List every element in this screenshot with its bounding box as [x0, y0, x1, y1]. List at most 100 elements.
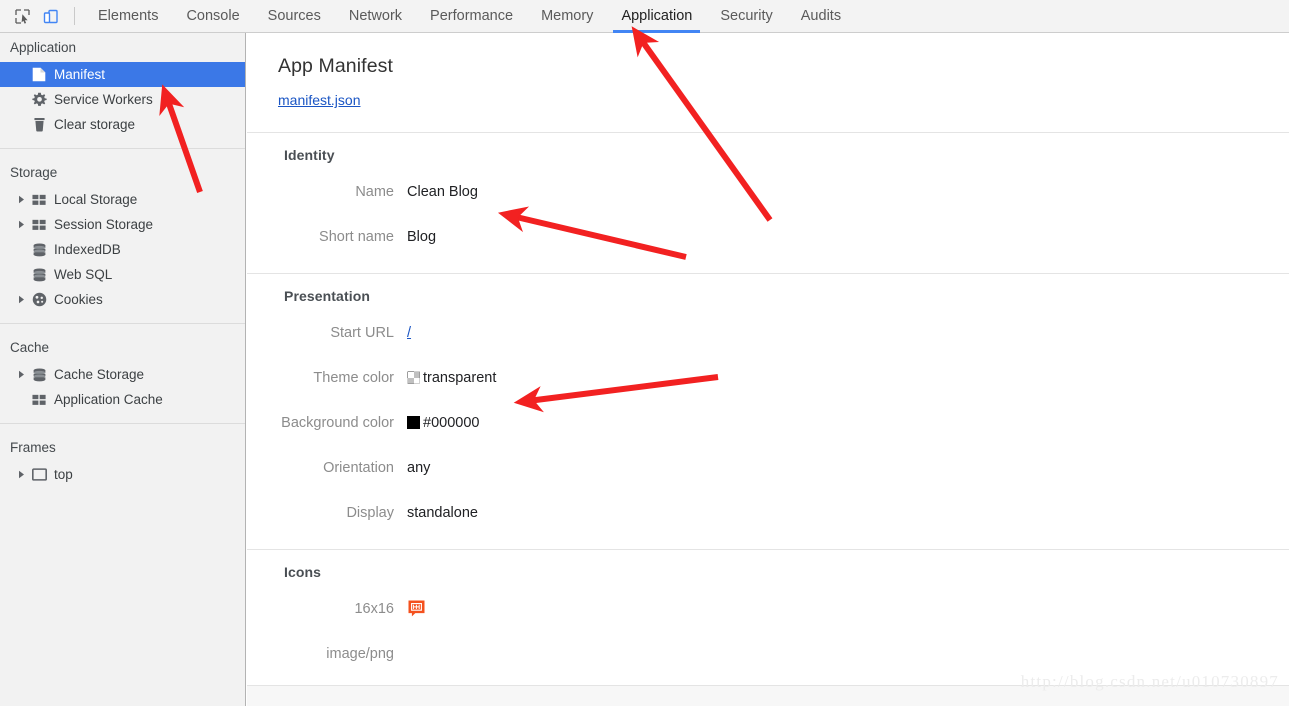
table-icon [28, 219, 50, 231]
sidebar-item-clear-storage-label: Clear storage [54, 116, 136, 132]
application-sidebar: Application Manifest Service Workers Cle… [0, 33, 246, 706]
background-color-swatch-icon [407, 416, 420, 429]
row-start-url-value[interactable]: / [407, 325, 411, 341]
tab-performance-label: Performance [430, 8, 514, 24]
sidebar-group-title-storage: Storage [10, 165, 58, 180]
section-title-presentation: Presentation [284, 288, 370, 304]
tab-audits[interactable]: Audits [787, 0, 855, 33]
tab-memory[interactable]: Memory [527, 0, 607, 33]
sidebar-group-cache: Cache Cache Storage Application Cache [0, 323, 245, 414]
row-short-name: Short name Blog [247, 214, 1289, 259]
section-icons: Icons 16x16 image/png [247, 550, 1289, 690]
row-name-label: Name [355, 183, 394, 200]
row-theme-color-label: Theme color [313, 369, 394, 386]
device-toolbar-icon[interactable] [36, 3, 64, 29]
panel-bottom-strip [247, 685, 1289, 706]
row-theme-color-value: transparent [423, 369, 497, 386]
sidebar-item-clear-storage[interactable]: Clear storage [0, 112, 245, 137]
sidebar-item-cache-storage[interactable]: Cache Storage [0, 362, 245, 387]
row-short-name-label: Short name [319, 228, 394, 245]
tab-performance[interactable]: Performance [416, 0, 527, 33]
theme-color-swatch-icon [407, 371, 420, 384]
sidebar-group-title-frames: Frames [10, 440, 56, 455]
sidebar-item-top-frame-label: top [54, 466, 73, 482]
tab-application-label: Application [621, 8, 693, 24]
sidebar-item-indexeddb[interactable]: IndexedDB [0, 237, 245, 262]
tab-audits-label: Audits [800, 8, 842, 24]
chevron-right-icon[interactable] [14, 295, 28, 304]
row-start-url-label: Start URL [330, 324, 394, 341]
identity-rows: Name Clean Blog Short name Blog [247, 163, 1289, 273]
row-short-name-value: Blog [407, 228, 437, 245]
sidebar-group-application: Application Manifest Service Workers Cle… [0, 33, 245, 139]
toolbar-divider [74, 7, 75, 25]
sidebar-group-frames: Frames top [0, 423, 245, 489]
document-icon [28, 67, 50, 82]
trash-icon [28, 117, 50, 132]
row-icon-size: 16x16 [247, 586, 1289, 631]
sidebar-group-storage: Storage Local Storage Session Storage In… [0, 148, 245, 314]
chevron-right-icon[interactable] [14, 470, 28, 479]
devtools-window: Elements Console Sources Network Perform… [0, 0, 1289, 706]
sidebar-item-cookies-label: Cookies [54, 291, 103, 307]
sidebar-group-title-cache: Cache [10, 340, 50, 355]
row-orientation-label: Orientation [323, 459, 394, 476]
row-orientation: Orientation any [247, 445, 1289, 490]
tab-console-label: Console [186, 8, 240, 24]
sidebar-item-local-storage-label: Local Storage [54, 191, 138, 207]
row-name-value: Clean Blog [407, 183, 478, 200]
database-icon [28, 367, 50, 382]
row-name: Name Clean Blog [247, 169, 1289, 214]
section-title-icons: Icons [284, 564, 322, 580]
tab-sources-label: Sources [267, 8, 321, 24]
tab-memory-label: Memory [541, 8, 594, 24]
sidebar-item-application-cache-label: Application Cache [54, 391, 163, 407]
row-orientation-value: any [407, 459, 431, 476]
row-background-color-label: Background color [281, 414, 394, 431]
presentation-rows: Start URL / Theme color transparent Back… [247, 304, 1289, 549]
row-display-value: standalone [407, 504, 478, 521]
page-title: App Manifest [278, 55, 394, 77]
tab-sources[interactable]: Sources [254, 0, 335, 33]
row-start-url: Start URL / [247, 310, 1289, 355]
table-icon [28, 394, 50, 406]
sidebar-item-web-sql[interactable]: Web SQL [0, 262, 245, 287]
tab-elements-label: Elements [98, 8, 159, 24]
app-icon-preview-icon [407, 599, 426, 618]
chevron-right-icon[interactable] [14, 220, 28, 229]
tab-application[interactable]: Application [607, 0, 706, 33]
chevron-right-icon[interactable] [14, 195, 28, 204]
inspect-element-icon[interactable] [8, 3, 36, 29]
sidebar-item-indexeddb-label: IndexedDB [54, 241, 121, 257]
gear-icon [28, 92, 50, 107]
manifest-json-link[interactable]: manifest.json [278, 92, 360, 108]
toolbar-icon-group [0, 3, 84, 29]
row-theme-color-value-wrap: transparent [407, 370, 496, 386]
database-icon [28, 267, 50, 282]
section-identity: Identity Name Clean Blog Short name Blog [247, 133, 1289, 273]
sidebar-item-application-cache[interactable]: Application Cache [0, 387, 245, 412]
section-presentation: Presentation Start URL / Theme color tra… [247, 274, 1289, 549]
sidebar-item-session-storage[interactable]: Session Storage [0, 212, 245, 237]
manifest-panel: App Manifest manifest.json Identity Name… [247, 33, 1289, 706]
chevron-right-icon[interactable] [14, 370, 28, 379]
sidebar-item-web-sql-label: Web SQL [54, 266, 113, 282]
sidebar-item-manifest[interactable]: Manifest [0, 62, 245, 87]
devtools-toolbar: Elements Console Sources Network Perform… [0, 0, 1289, 33]
tab-network-label: Network [348, 8, 403, 24]
sidebar-item-service-workers-label: Service Workers [54, 91, 153, 107]
tab-elements[interactable]: Elements [84, 0, 172, 33]
sidebar-group-title-application: Application [10, 40, 77, 55]
tab-console[interactable]: Console [172, 0, 253, 33]
icons-rows: 16x16 image/png [247, 580, 1289, 690]
row-icon-size-label: 16x16 [354, 600, 394, 617]
tab-network[interactable]: Network [335, 0, 416, 33]
sidebar-item-top-frame[interactable]: top [0, 462, 245, 487]
row-icon-type-label: image/png [326, 645, 394, 662]
row-theme-color: Theme color transparent [247, 355, 1289, 400]
row-icon-type: image/png [247, 631, 1289, 676]
sidebar-item-local-storage[interactable]: Local Storage [0, 187, 245, 212]
tab-security[interactable]: Security [706, 0, 786, 33]
sidebar-item-cookies[interactable]: Cookies [0, 287, 245, 312]
sidebar-item-service-workers[interactable]: Service Workers [0, 87, 245, 112]
